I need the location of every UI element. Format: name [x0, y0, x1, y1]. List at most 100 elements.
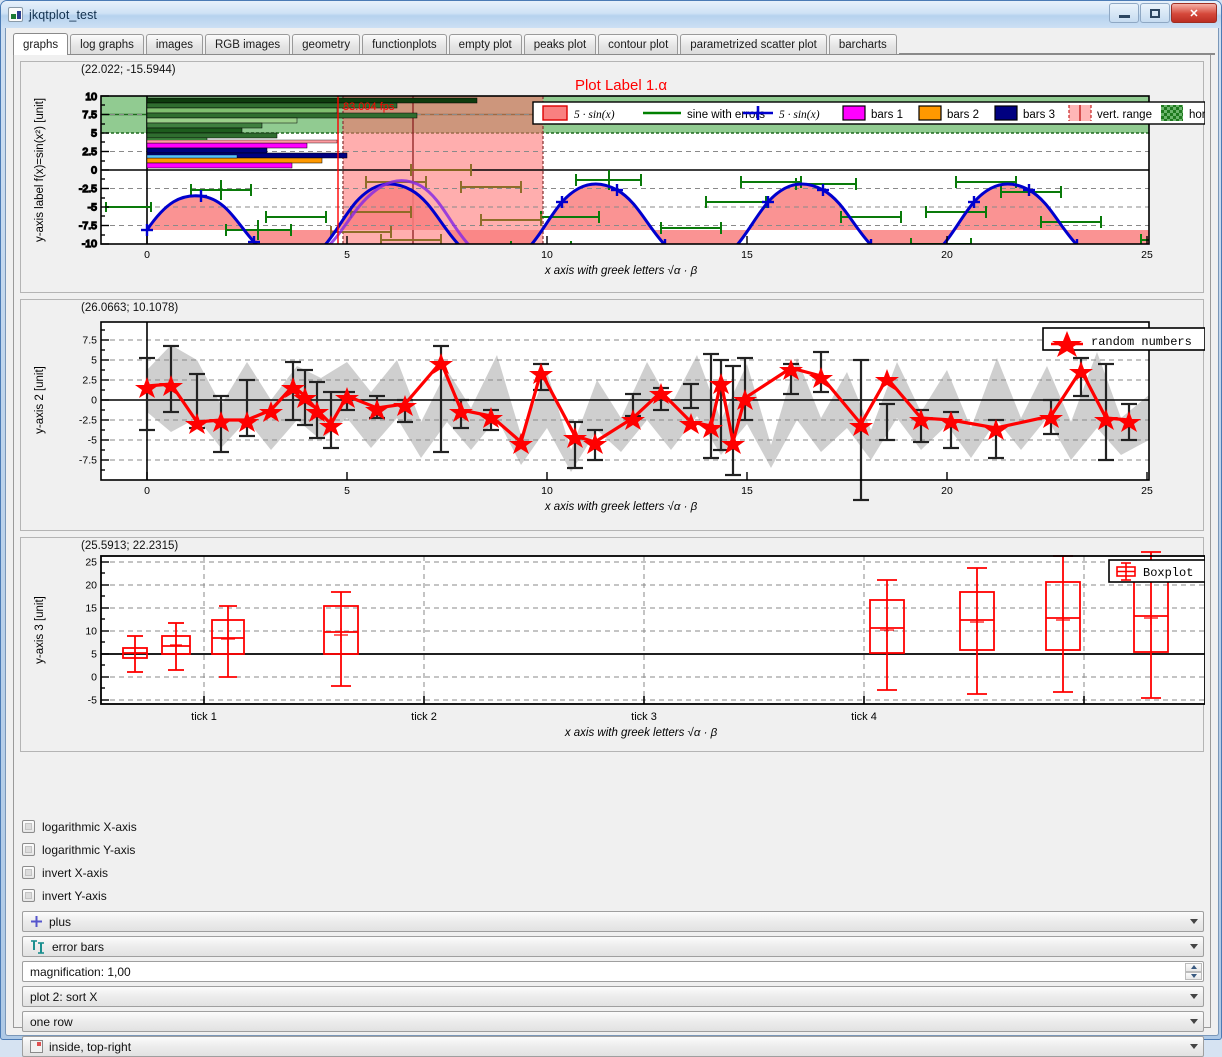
plot3-xtick-1: tick 2	[411, 711, 437, 723]
checkbox-invert-x-axis[interactable]: invert X-axis	[22, 861, 1204, 884]
svg-text:7.5: 7.5	[82, 335, 97, 347]
error-bars-icon	[30, 940, 46, 954]
checkbox-icon[interactable]	[22, 889, 35, 902]
checkbox-logarithmic-x-axis[interactable]: logarithmic X-axis	[22, 815, 1204, 838]
plot2-surface[interactable]: 7.5 5 2.5 0 -2.5 -5 -7.5	[21, 300, 1203, 530]
plot3-xtick-0: tick 1	[191, 711, 217, 723]
checkbox-label: invert Y-axis	[42, 889, 107, 903]
plot1-legend[interactable]: 5 · sin(x) sine with errors 5 · sin(x) b…	[533, 102, 1205, 124]
plus-icon	[30, 915, 43, 928]
plot1-legend-label-1: sine with errors	[687, 109, 765, 121]
svg-text:-5: -5	[88, 435, 97, 447]
symbol-combobox-value: plus	[49, 915, 71, 929]
checkbox-icon[interactable]	[22, 843, 35, 856]
plot2-svg: 7.5 5 2.5 0 -2.5 -5 -7.5	[21, 300, 1205, 530]
svg-text:0: 0	[91, 672, 97, 684]
plot1-legend-label-5: bars 3	[1023, 109, 1055, 121]
tab-functionplots[interactable]: functionplots	[362, 34, 447, 54]
plot-panel-3[interactable]: (25.5913; 22.2315)	[20, 537, 1204, 752]
close-button[interactable]: ✕	[1171, 3, 1217, 23]
checkbox-icon[interactable]	[22, 866, 35, 879]
plot1-title: Plot Label 1.α	[575, 77, 667, 94]
plot-panel-1[interactable]: (22.022; -15.5944)	[20, 61, 1204, 293]
svg-text:-7.5: -7.5	[79, 220, 97, 232]
svg-text:0: 0	[91, 165, 97, 177]
svg-text:25: 25	[85, 557, 97, 569]
plot3-surface[interactable]: 25 20 15 10 5 0 -5	[21, 538, 1203, 751]
sort-combobox-value: plot 2: sort X	[30, 990, 97, 1004]
chevron-down-icon	[1190, 944, 1198, 949]
tab-peaks-plot[interactable]: peaks plot	[524, 34, 596, 54]
layout-combobox[interactable]: one row	[22, 1011, 1204, 1032]
tab-barcharts[interactable]: barcharts	[829, 34, 897, 54]
tab-parametrized-scatter-plot[interactable]: parametrized scatter plot	[680, 34, 827, 54]
checkbox-logarithmic-y-axis[interactable]: logarithmic Y-axis	[22, 838, 1204, 861]
sort-combobox[interactable]: plot 2: sort X	[22, 986, 1204, 1007]
plot3-legend[interactable]: Boxplot	[1109, 560, 1205, 582]
chevron-down-icon	[1190, 994, 1198, 999]
client-area: graphs log graphs images RGB images geom…	[5, 28, 1219, 1036]
plot3-xlabel: x axis with greek letters √α · β	[564, 726, 718, 739]
svg-text:20: 20	[941, 249, 953, 261]
svg-text:15: 15	[741, 485, 753, 497]
minimize-button[interactable]	[1109, 3, 1139, 23]
plot2-legend-label-0: random numbers	[1091, 335, 1192, 349]
tab-contour-plot[interactable]: contour plot	[598, 34, 678, 54]
plot1-legend-label-3: bars 1	[871, 109, 903, 121]
chevron-down-icon	[1190, 1019, 1198, 1024]
legend-position-combobox[interactable]: inside, top-right	[22, 1036, 1204, 1057]
tab-empty-plot[interactable]: empty plot	[449, 34, 522, 54]
tab-geometry[interactable]: geometry	[292, 34, 360, 54]
tab-graphs[interactable]: graphs	[13, 33, 68, 55]
symbol-combobox-arrow[interactable]	[1185, 912, 1203, 931]
checkbox-label: logarithmic X-axis	[42, 820, 137, 834]
svg-text:25: 25	[1141, 485, 1153, 497]
plot3-legend-label-0: Boxplot	[1143, 566, 1193, 580]
svg-text:10: 10	[85, 626, 97, 638]
svg-text:-5: -5	[88, 202, 97, 214]
spin-down-button[interactable]	[1185, 972, 1202, 981]
plot1-ylabel: y-axis label f(x)=sin(x²) [unit]	[34, 98, 46, 242]
window-title: jkqtplot_test	[29, 8, 97, 22]
legend-position-icon	[30, 1040, 43, 1053]
plot1-legend-label-0: 5 · sin(x)	[574, 109, 615, 121]
layout-combobox-arrow[interactable]	[1185, 1012, 1203, 1031]
plot1-xlabel: x axis with greek letters √α · β	[544, 264, 698, 277]
svg-text:5: 5	[344, 249, 350, 261]
tab-images[interactable]: images	[146, 34, 203, 54]
layout-combobox-value: one row	[30, 1015, 73, 1029]
svg-text:15: 15	[85, 603, 97, 615]
chevron-up-icon	[1191, 965, 1197, 969]
svg-text:-2.5: -2.5	[79, 415, 97, 427]
magnification-spin-buttons[interactable]	[1185, 963, 1202, 980]
checkbox-invert-y-axis[interactable]: invert Y-axis	[22, 884, 1204, 907]
checkbox-label: invert X-axis	[42, 866, 108, 880]
svg-text:20: 20	[941, 485, 953, 497]
checkbox-icon[interactable]	[22, 820, 35, 833]
plot1-surface[interactable]: 10 7.5 5 2.5 0 -2.5 -5	[21, 62, 1203, 292]
maximize-button[interactable]	[1140, 3, 1170, 23]
maximize-icon	[1150, 9, 1160, 18]
sort-combobox-arrow[interactable]	[1185, 987, 1203, 1006]
window-controls: ✕	[1109, 3, 1217, 23]
tab-rgb-images[interactable]: RGB images	[205, 34, 290, 54]
tab-log-graphs[interactable]: log graphs	[70, 34, 144, 54]
svg-text:5: 5	[344, 485, 350, 497]
svg-text:0: 0	[144, 249, 150, 261]
plot1-fps-label: 83.004 fps	[343, 101, 395, 113]
chevron-down-icon	[1190, 1044, 1198, 1049]
plot2-xlabel: x axis with greek letters √α · β	[544, 500, 698, 513]
spin-up-button[interactable]	[1185, 963, 1202, 972]
symbol-combobox[interactable]: plus	[22, 911, 1204, 932]
tab-bar-filler	[899, 53, 1215, 54]
errorstyle-combobox[interactable]: error bars	[22, 936, 1204, 957]
errorstyle-combobox-arrow[interactable]	[1185, 937, 1203, 956]
errorstyle-combobox-value: error bars	[52, 940, 104, 954]
checkbox-label: logarithmic Y-axis	[42, 843, 135, 857]
svg-text:20: 20	[85, 580, 97, 592]
magnification-value: magnification: 1,00	[30, 965, 131, 979]
application-window: jkqtplot_test ✕ graphs log graphs images…	[0, 0, 1222, 1040]
plot-panel-2[interactable]: (26.0663; 10.1078)	[20, 299, 1204, 531]
plot1-legend-label-6: vert. range	[1097, 109, 1152, 121]
magnification-spinbox[interactable]: magnification: 1,00	[22, 961, 1204, 982]
